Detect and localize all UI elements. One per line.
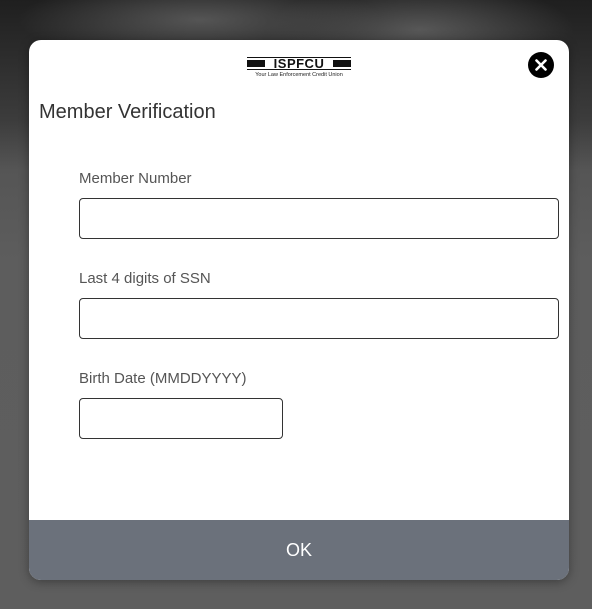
- ssn-last4-label: Last 4 digits of SSN: [79, 270, 211, 287]
- member-verification-dialog: ISPFCU Your Law Enforcement Credit Union…: [29, 40, 569, 580]
- close-icon: [535, 59, 547, 71]
- member-number-label: Member Number: [79, 170, 192, 187]
- birth-date-label: Birth Date (MMDDYYYY): [79, 370, 247, 387]
- ispfcu-logo: ISPFCU Your Law Enforcement Credit Union: [247, 56, 351, 80]
- logo-bar: ISPFCU: [247, 56, 351, 71]
- logo-tagline: Your Law Enforcement Credit Union: [255, 72, 343, 78]
- close-button[interactable]: [528, 52, 554, 78]
- logo-name: ISPFCU: [273, 56, 325, 71]
- birth-date-input[interactable]: [79, 398, 283, 439]
- ssn-last4-input[interactable]: [79, 298, 559, 339]
- dialog-title: Member Verification: [39, 101, 216, 123]
- ok-button[interactable]: OK: [29, 520, 569, 580]
- member-number-input[interactable]: [79, 198, 559, 239]
